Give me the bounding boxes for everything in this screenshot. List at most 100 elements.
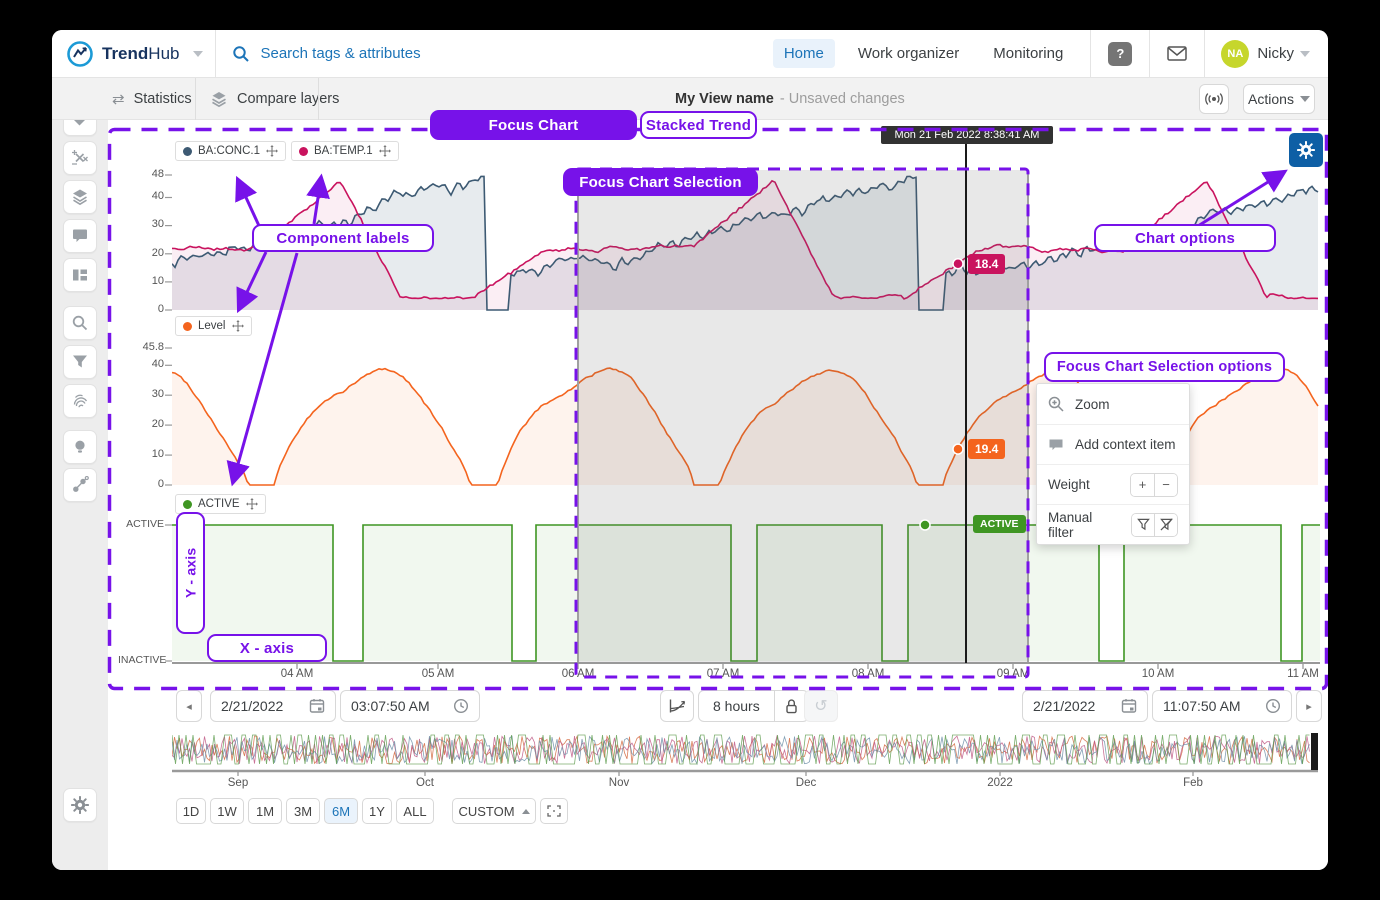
range-button-custom[interactable]: CUSTOM [452, 798, 536, 824]
actions-button[interactable]: Actions [1243, 84, 1315, 114]
move-icon[interactable] [246, 498, 258, 510]
cursor-value-badge: 19.4 [968, 439, 1005, 459]
pan-left-button[interactable]: ◂ [176, 690, 202, 722]
annotation-component-labels: Component labels [252, 224, 434, 252]
menu-item-add-context-item[interactable]: Add context item [1037, 424, 1189, 464]
duration-value[interactable]: 8 hours [699, 691, 774, 721]
range-button-3m[interactable]: 3M [286, 798, 320, 824]
annotation-focus-chart: Focus Chart [430, 110, 637, 140]
y-tick: 40 [118, 190, 164, 202]
nav-item-home[interactable]: Home [773, 39, 835, 68]
graph-nodes-icon [71, 476, 89, 494]
divider [1149, 30, 1150, 78]
sidebar-item-formulas[interactable] [63, 141, 97, 175]
move-icon[interactable] [266, 145, 278, 157]
search-input[interactable]: Search tags & attributes [216, 45, 420, 63]
lock-duration-button[interactable] [774, 691, 808, 721]
end-date-field[interactable]: 2/21/2022 [1022, 690, 1148, 722]
top-navbar: TrendHub Search tags & attributes Home W… [52, 30, 1328, 78]
weight-decrease-button[interactable]: − [1154, 474, 1177, 496]
weight-increase-button[interactable]: + [1131, 474, 1154, 496]
timeline-month: Sep [208, 777, 268, 789]
start-time-field[interactable]: 03:07:50 AM [340, 690, 480, 722]
move-icon[interactable] [379, 145, 391, 157]
app-title: TrendHub [102, 44, 179, 64]
layers-icon [71, 188, 89, 206]
timeline-month: Nov [589, 777, 649, 789]
sidebar-item-search[interactable] [63, 306, 97, 340]
sidebar-item-settings[interactable] [63, 788, 97, 822]
series-label: BA:TEMP.1 [314, 145, 373, 157]
y-tick: 0 [118, 478, 164, 490]
range-button-1w[interactable]: 1W [210, 798, 244, 824]
annotation-selection-options: Focus Chart Selection options [1044, 352, 1285, 382]
avatar[interactable]: NA [1221, 40, 1249, 68]
x-tick: 07 AM [693, 668, 753, 680]
view-name: My View name [675, 91, 774, 107]
fit-selection-button[interactable] [540, 798, 568, 824]
sidebar-item-filter[interactable] [63, 345, 97, 379]
restore-history-button[interactable]: ↺ [804, 690, 838, 722]
calendar-icon [309, 698, 325, 714]
start-date-field[interactable]: 2/21/2022 [210, 690, 336, 722]
cursor-value-badge: 18.4 [968, 254, 1005, 274]
y-tick: 30 [118, 388, 164, 400]
y-tick: ACTIVE [118, 518, 164, 530]
live-broadcast-button[interactable] [1199, 84, 1229, 114]
range-button-1d[interactable]: 1D [176, 798, 206, 824]
x-tick: 11 AM [1273, 668, 1328, 680]
annotation-x-axis: X - axis [207, 634, 327, 662]
app-logo[interactable]: TrendHub [52, 40, 203, 68]
x-tick: 05 AM [408, 668, 468, 680]
sidebar-item-fingerprint[interactable] [63, 384, 97, 418]
comment-icon [71, 227, 89, 245]
range-button-all[interactable]: ALL [396, 798, 434, 824]
pan-right-button[interactable]: ▸ [1296, 690, 1322, 722]
filter-keep-button[interactable] [1132, 514, 1155, 536]
search-icon [232, 45, 250, 63]
app-window: TrendHub Search tags & attributes Home W… [52, 30, 1328, 870]
lock-icon [784, 698, 799, 714]
fingerprint-icon [71, 392, 89, 410]
range-button-6m[interactable]: 6M [324, 798, 358, 824]
filter-remove-button[interactable] [1154, 514, 1177, 536]
mail-icon[interactable] [1167, 46, 1187, 61]
chart-options-button[interactable] [1289, 133, 1323, 167]
sidebar-item-graph[interactable] [63, 468, 97, 502]
lightbulb-icon [71, 438, 89, 456]
dashboard-icon [71, 266, 89, 284]
menu-item-zoom[interactable]: Zoom [1037, 384, 1189, 424]
compare-trends-button[interactable] [660, 690, 694, 722]
chevron-down-icon [1300, 96, 1310, 102]
series-color-dot [183, 322, 192, 331]
sidebar-item-dashboard[interactable] [63, 258, 97, 292]
user-name: Nicky [1257, 45, 1294, 62]
timeline-month: Feb [1163, 777, 1223, 789]
series-label: Level [198, 320, 226, 332]
legend-chip-ba-conc1[interactable]: BA:CONC.1 [175, 141, 286, 161]
x-tick: 09 AM [983, 668, 1043, 680]
clock-icon [1265, 698, 1281, 714]
divider [195, 78, 196, 120]
move-icon[interactable] [232, 320, 244, 332]
sidebar-item-context[interactable] [63, 219, 97, 253]
legend-chip-active[interactable]: ACTIVE [175, 494, 266, 514]
range-button-1y[interactable]: 1Y [362, 798, 392, 824]
help-icon[interactable]: ? [1108, 42, 1132, 66]
nav-item-work-organizer[interactable]: Work organizer [847, 39, 970, 68]
sidebar-item-layers[interactable] [63, 180, 97, 214]
statistics-button[interactable]: ⇄ Statistics [112, 78, 192, 120]
divider [1204, 30, 1205, 78]
chevron-down-icon[interactable] [193, 51, 203, 57]
chevron-down-icon[interactable] [1300, 51, 1310, 57]
range-button-1m[interactable]: 1M [248, 798, 282, 824]
legend-chip-level[interactable]: Level [175, 316, 252, 336]
end-time-field[interactable]: 11:07:50 AM [1152, 690, 1292, 722]
legend-chip-ba-temp1[interactable]: BA:TEMP.1 [291, 141, 399, 161]
y-tick: 10 [118, 275, 164, 287]
compare-layers-button[interactable]: Compare layers [210, 78, 339, 120]
nav-item-monitoring[interactable]: Monitoring [982, 39, 1074, 68]
sidebar-item-recommendations[interactable] [63, 430, 97, 464]
series-color-dot [183, 500, 192, 509]
divider [1090, 30, 1091, 78]
